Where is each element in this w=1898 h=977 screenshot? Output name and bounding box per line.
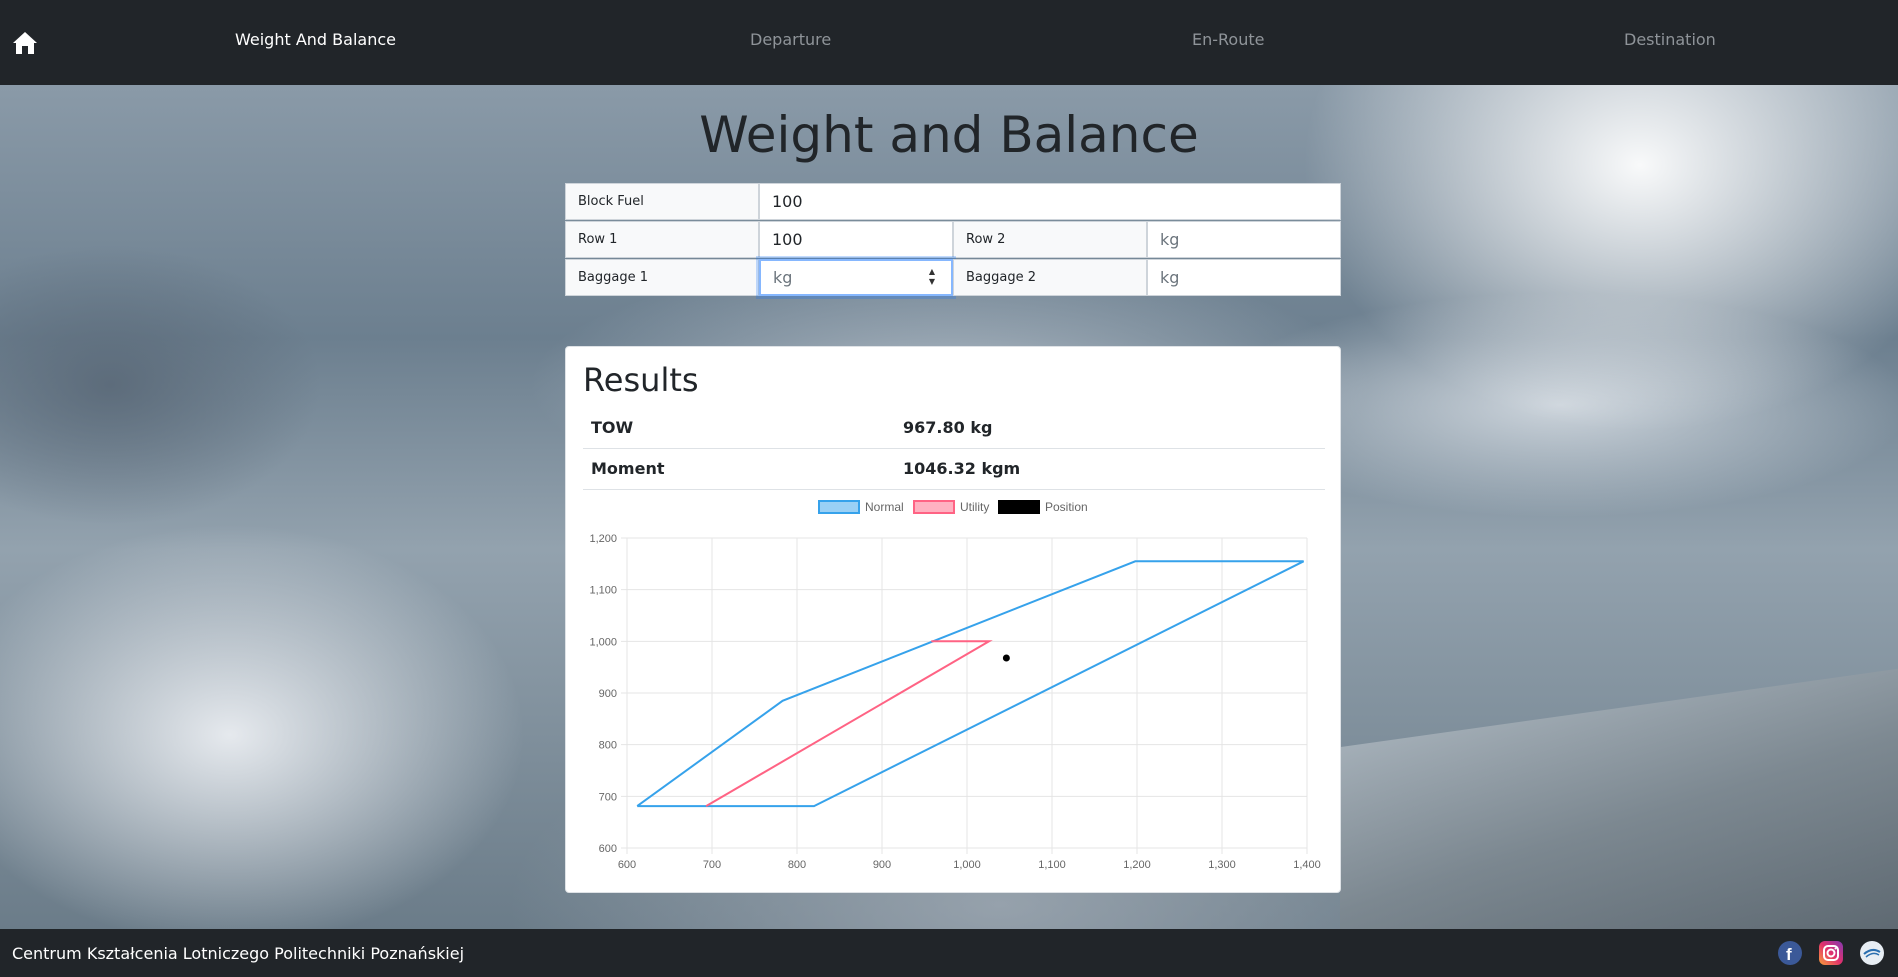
block-fuel-input[interactable] — [759, 183, 1341, 220]
home-icon[interactable] — [12, 30, 38, 56]
baggage1-input[interactable] — [759, 259, 953, 296]
airplane-wing — [1340, 662, 1898, 929]
row1-input[interactable] — [759, 221, 953, 258]
row2-input[interactable] — [1147, 221, 1341, 258]
baggage-row: Baggage 1 Baggage 2 — [565, 259, 1341, 296]
row2-label: Row 2 — [953, 221, 1147, 258]
x-tick-label: 1,200 — [1123, 859, 1151, 871]
legend-label: Position — [1045, 500, 1088, 514]
series-line-utility — [705, 640, 993, 807]
x-tick-label: 1,100 — [1038, 859, 1066, 871]
y-tick-label: 900 — [599, 688, 617, 700]
block-fuel-label: Block Fuel — [565, 183, 759, 220]
y-tick-label: 1,000 — [589, 636, 617, 648]
results-title: Results — [583, 361, 699, 399]
nav-destination[interactable]: Destination — [1624, 30, 1716, 49]
baggage2-input[interactable] — [1147, 259, 1341, 296]
position-point — [1002, 654, 1010, 662]
results-card: Results TOW 967.80 kg Moment 1046.32 kgm… — [565, 346, 1341, 893]
result-row-moment: Moment 1046.32 kgm — [583, 448, 1325, 490]
x-axis-ticks: 600 700 800 900 1,000 1,100 1,200 1,300 1,400 — [618, 859, 1321, 871]
nav-en-route[interactable]: En-Route — [1192, 30, 1264, 49]
footer: Centrum Kształcenia Lotniczego Politechn… — [0, 929, 1898, 977]
series-line-normal — [636, 560, 1305, 808]
baggage1-label: Baggage 1 — [565, 259, 759, 296]
x-tick-label: 700 — [703, 859, 721, 871]
instagram-icon[interactable] — [1819, 941, 1843, 965]
facebook-icon[interactable]: f — [1778, 941, 1802, 965]
legend-swatch — [998, 500, 1040, 514]
y-tick-label: 1,200 — [589, 533, 617, 545]
navbar: Weight And Balance Departure En-Route De… — [0, 0, 1898, 85]
legend-swatch — [913, 500, 955, 514]
number-spinner-icon[interactable]: ▲ ▼ — [926, 267, 938, 289]
result-row-tow: TOW 967.80 kg — [583, 407, 1325, 449]
svg-text:f: f — [1786, 945, 1792, 964]
baggage2-label: Baggage 2 — [953, 259, 1147, 296]
y-tick-label: 1,100 — [589, 585, 617, 597]
result-label: TOW — [591, 418, 634, 437]
legend-label: Normal — [865, 500, 904, 514]
footer-text: Centrum Kształcenia Lotniczego Politechn… — [12, 944, 465, 963]
row1-label: Row 1 — [565, 221, 759, 258]
legend-swatch — [818, 500, 860, 514]
x-tick-label: 1,300 — [1208, 859, 1236, 871]
chart-series — [636, 560, 1305, 808]
block-fuel-row: Block Fuel — [565, 183, 1341, 220]
nav-weight-and-balance[interactable]: Weight And Balance — [235, 30, 396, 49]
nav-departure[interactable]: Departure — [750, 30, 831, 49]
row-inputs-row: Row 1 Row 2 — [565, 221, 1341, 258]
x-tick-label: 800 — [788, 859, 806, 871]
y-tick-label: 800 — [599, 740, 617, 752]
x-tick-label: 1,400 — [1293, 859, 1321, 871]
y-tick-label: 600 — [599, 843, 617, 855]
result-label: Moment — [591, 459, 665, 478]
page-title: Weight and Balance — [699, 106, 1199, 164]
website-icon[interactable] — [1860, 941, 1884, 965]
y-tick-label: 700 — [599, 791, 617, 803]
x-tick-label: 600 — [618, 859, 636, 871]
chart-legend: Normal Utility Position — [818, 500, 1088, 514]
legend-label: Utility — [960, 500, 989, 514]
x-tick-label: 1,000 — [953, 859, 981, 871]
y-axis-ticks: 600 700 800 900 1,000 1,100 1,200 — [589, 533, 617, 855]
weight-balance-chart: Normal Utility Position 600 700 800 900 1,000 1… — [589, 500, 1321, 871]
result-value: 1046.32 kgm — [903, 459, 1021, 478]
x-tick-label: 900 — [873, 859, 891, 871]
result-value: 967.80 kg — [903, 418, 993, 437]
